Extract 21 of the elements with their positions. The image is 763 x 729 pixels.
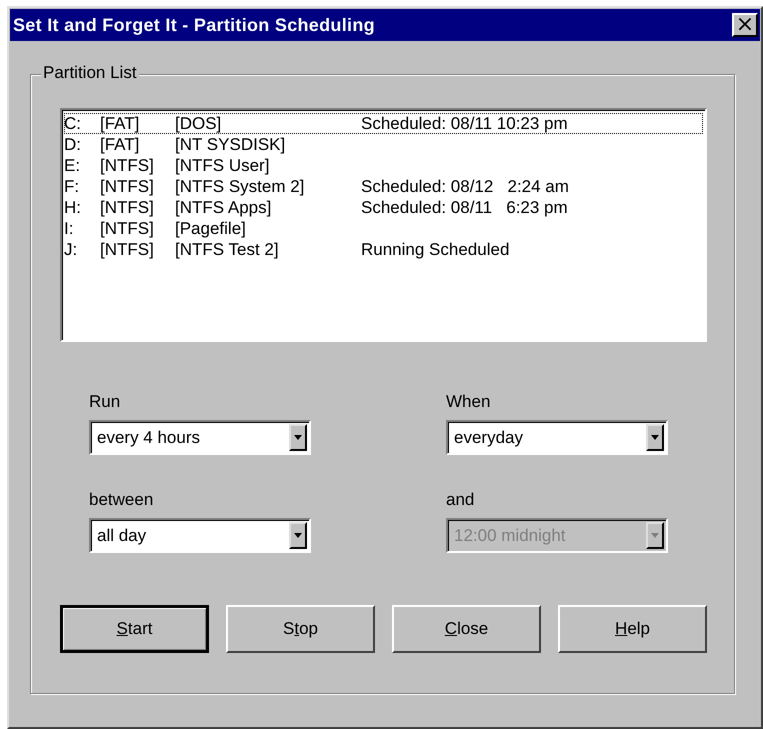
close-button[interactable]: × [732, 13, 758, 37]
list-row[interactable]: D: [FAT] [NT SYSDISK] [64, 134, 703, 155]
list-row[interactable]: H: [NTFS] [NTFS Apps] Scheduled: 08/11 6:23 pm [64, 197, 703, 218]
dropdown-field[interactable]: everyday [446, 420, 668, 455]
window-title: Set It and Forget It - Partition Scheduling [13, 14, 375, 36]
dialog-button[interactable]: Help [558, 605, 708, 653]
field-label: between [89, 490, 154, 509]
list-row[interactable]: E: [NTFS] [NTFS User] [64, 155, 703, 176]
list-row[interactable]: F: [NTFS] [NTFS System 2] Scheduled: 08/12 2:24 am [64, 176, 703, 197]
dropdown-field[interactable]: every 4 hours [89, 420, 311, 455]
dropdown-field[interactable]: all day [89, 518, 311, 553]
partition-list[interactable] [60, 108, 707, 342]
dialog-button[interactable]: Close [392, 605, 542, 653]
list-row[interactable]: I: [NTFS] [Pagefile] [64, 218, 703, 239]
field-label: and [446, 490, 476, 509]
list-row[interactable]: C: [FAT] [DOS] Scheduled: 08/11 10:23 pm [64, 113, 703, 134]
field-label: Run [89, 392, 122, 411]
dialog-button[interactable]: Start [60, 605, 210, 653]
dialog-button[interactable]: Stop [226, 605, 376, 653]
list-row[interactable]: J: [NTFS] [NTFS Test 2] Running Scheduled [64, 239, 703, 260]
field-label: When [446, 392, 492, 411]
